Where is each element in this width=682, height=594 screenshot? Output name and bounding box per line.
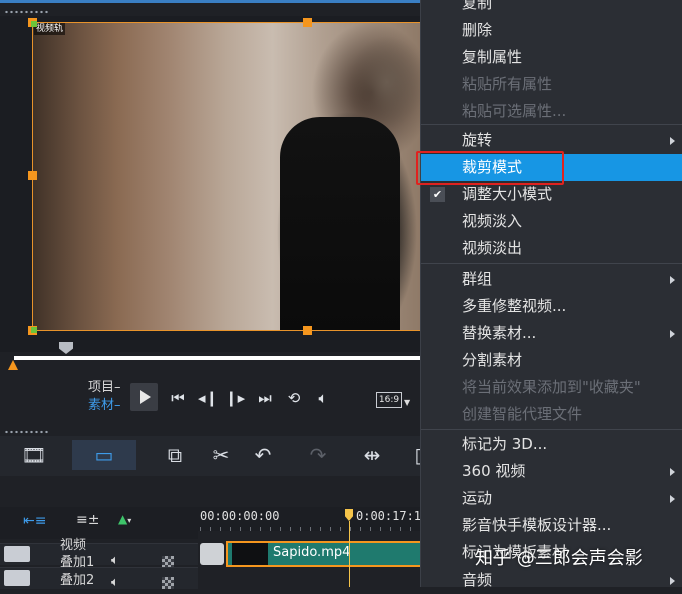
menu-item-paste-selected-attributes: 粘贴可选属性... [462, 102, 567, 120]
ruler-ticks [200, 527, 420, 531]
mode-project[interactable]: 项目– [88, 380, 121, 396]
menu-item-video-fade-in[interactable]: 视频淡入 [421, 208, 682, 235]
copy-track-icon[interactable]: ⧉ [160, 443, 190, 467]
menu-item-multi-trim[interactable]: 多重修整视频... [421, 293, 682, 320]
undo-icon[interactable]: ↶ [248, 443, 278, 467]
checkmark-icon: ✔ [430, 187, 445, 202]
menu-item-create-smart-proxy: 创建智能代理文件 [462, 405, 583, 423]
highlight-annotation-box [416, 151, 564, 185]
corner-handle-green[interactable] [31, 327, 37, 333]
menu-item-template-designer[interactable]: 影音快手模板设计器... [421, 512, 682, 539]
menu-item-add-to-favorites: 将当前效果添加到"收藏夹" [462, 378, 641, 396]
fit-timeline-icon[interactable]: ⇹ [357, 443, 387, 467]
menu-item-audio[interactable]: 音频 [421, 567, 682, 594]
aspect-ratio-button[interactable]: 16:9 [376, 392, 402, 408]
scrub-thumb[interactable] [59, 342, 73, 354]
tools-icon[interactable]: ✂ [206, 443, 236, 467]
trim-start-marker[interactable] [8, 360, 18, 370]
corner-handle-green-top[interactable] [31, 21, 37, 27]
repeat-icon[interactable]: ⟲ [284, 388, 304, 408]
overlay-track-icon[interactable] [4, 570, 30, 586]
menu-item-group[interactable]: 群组 [421, 266, 682, 293]
crop-frame[interactable] [32, 22, 420, 331]
menu-item-copy[interactable]: 复制 [421, 0, 682, 17]
crop-handle-bottom[interactable] [303, 326, 312, 335]
submenu-arrow-icon [670, 468, 675, 476]
skip-end-icon[interactable]: ⏭ [255, 388, 275, 408]
ripple-edit-icon[interactable]: ▲▾ [118, 512, 131, 526]
menu-item-360-video[interactable]: 360 视频 [421, 458, 682, 485]
skip-start-icon[interactable]: ⏮ [168, 388, 188, 408]
menu-item-resize-mode[interactable]: ✔ 调整大小模式 [421, 181, 682, 208]
menu-item-video-fade-out[interactable]: 视频淡出 [421, 235, 682, 262]
track-manager-icon[interactable]: ⇤≡ [23, 513, 46, 529]
menu-item-replace-clip[interactable]: 替换素材... [421, 320, 682, 347]
track-volume-icon[interactable]: 🔈︎ [111, 575, 119, 590]
track-transparency-icon[interactable] [162, 577, 174, 589]
menu-separator [421, 124, 682, 125]
timeline-view-icon[interactable]: ▭ [89, 443, 119, 467]
submenu-arrow-icon [670, 577, 675, 585]
watermark: 知乎 @三郎会声会影 [475, 548, 643, 569]
mode-clip[interactable]: 素材– [88, 398, 121, 414]
menu-item-motion[interactable]: 运动 [421, 485, 682, 512]
crop-handle-top[interactable] [303, 18, 312, 27]
menu-item-rotate[interactable]: 旋转 [421, 127, 682, 154]
menu-item-paste-all-attributes: 粘贴所有属性 [462, 75, 553, 93]
track-volume-icon[interactable]: 🔈︎ [111, 553, 119, 568]
menu-item-split-clip[interactable]: 分割素材 [421, 347, 682, 374]
clip-thumbnail [232, 543, 268, 565]
redo-icon[interactable]: ↷ [303, 443, 333, 467]
panel-grip[interactable] [4, 10, 50, 14]
crop-handle-left[interactable] [28, 171, 37, 180]
playhead-line [349, 521, 350, 587]
clip-placeholder[interactable] [200, 543, 224, 565]
clip-name: Sapido.mp4 [273, 545, 351, 560]
step-back-icon[interactable]: ◂❙ [198, 388, 218, 408]
context-menu: 复制 删除 复制属性 粘贴所有属性 粘贴可选属性... 旋转 裁剪模式 ✔ 调整大… [420, 0, 682, 589]
panel-grip[interactable] [4, 430, 50, 434]
volume-icon[interactable]: 🔈︎ [313, 388, 333, 408]
video-track-label: 视频轨 [34, 23, 66, 35]
submenu-arrow-icon [670, 495, 675, 503]
scrub-bar[interactable] [14, 356, 420, 360]
add-track-icon[interactable]: ≡± [76, 512, 99, 528]
submenu-arrow-icon [670, 276, 675, 284]
preview-top-line [0, 0, 420, 3]
submenu-arrow-icon [670, 137, 675, 145]
step-forward-icon[interactable]: ❙▸ [225, 388, 245, 408]
timecode-start: 00:00:00:00 [200, 509, 280, 523]
menu-separator [421, 429, 682, 430]
track-label-overlay2: 叠加2 [60, 573, 95, 588]
submenu-arrow-icon [670, 330, 675, 338]
play-button[interactable] [130, 383, 158, 411]
menu-item-mark-3d[interactable]: 标记为 3D... [421, 431, 682, 458]
menu-item-delete[interactable]: 删除 [421, 17, 682, 44]
menu-separator [421, 263, 682, 264]
storyboard-view-icon[interactable]: 🎞︎ [19, 443, 49, 467]
video-track-icon[interactable] [4, 546, 30, 562]
chevron-down-icon[interactable]: ▼ [404, 398, 410, 407]
menu-item-copy-attributes[interactable]: 复制属性 [421, 44, 682, 71]
timecode-playhead: 0:00:17:11 [356, 509, 429, 523]
